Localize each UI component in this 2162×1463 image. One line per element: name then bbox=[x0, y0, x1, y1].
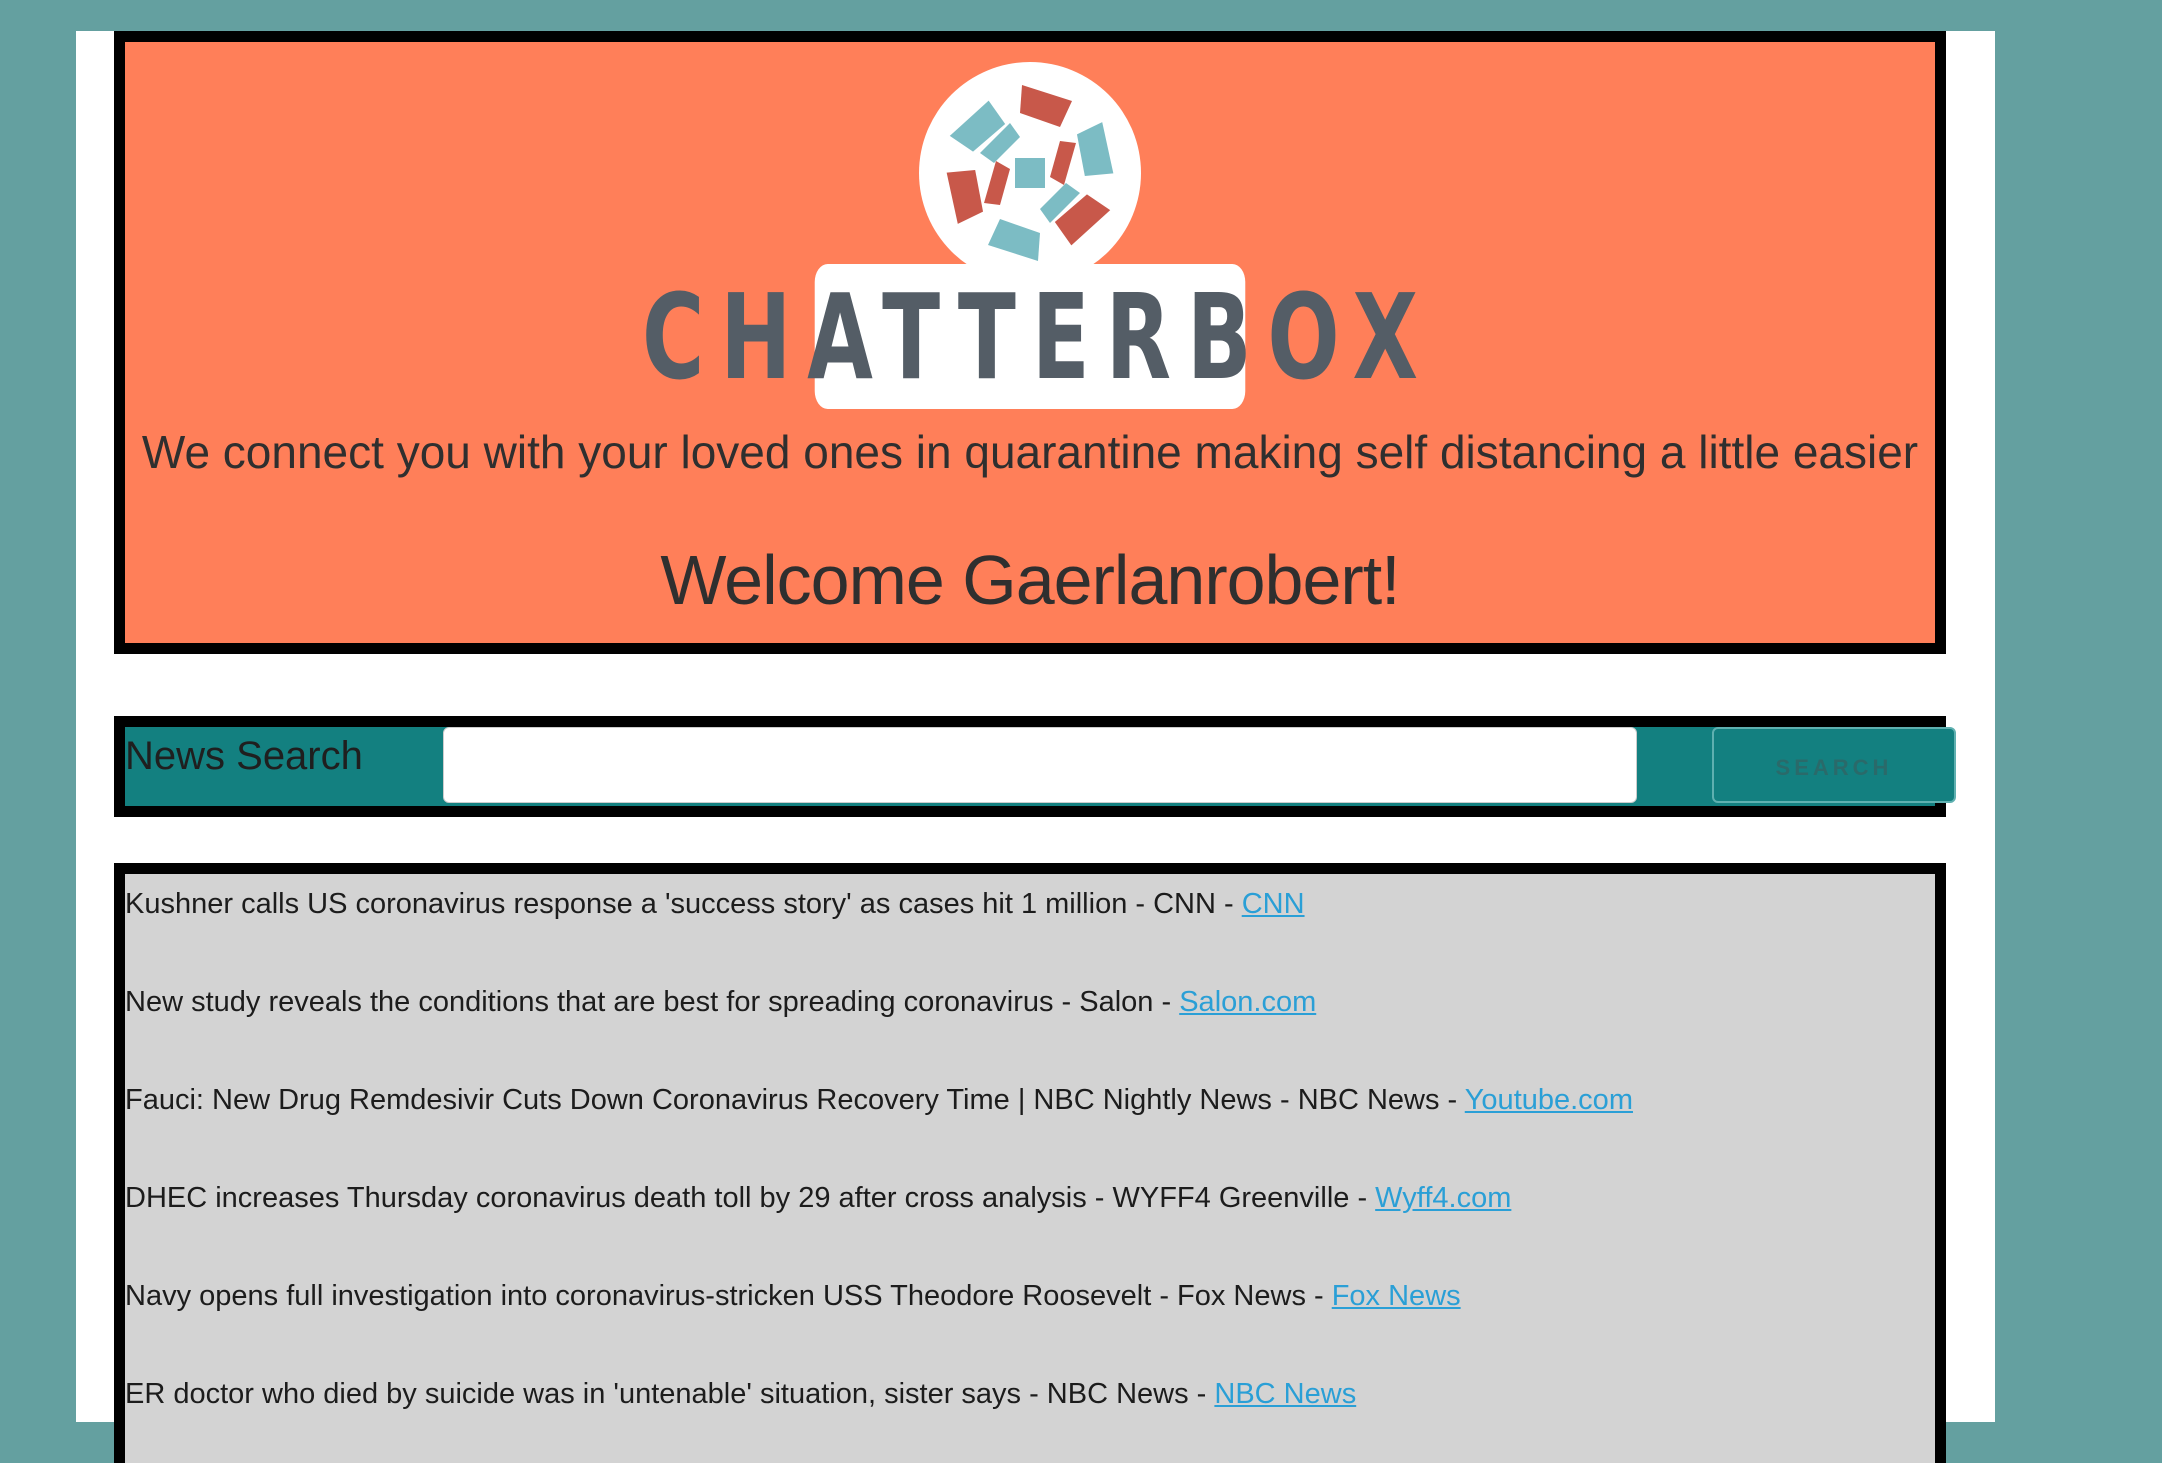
page-container: CHATTERBOX We connect you with your love… bbox=[76, 31, 1995, 1463]
news-item: Fauci: New Drug Remdesivir Cuts Down Cor… bbox=[125, 1080, 1633, 1120]
logo-wordmark: CHATTERBOX bbox=[642, 264, 1418, 409]
news-headline: ER doctor who died by suicide was in 'un… bbox=[125, 1378, 1215, 1410]
search-button[interactable]: SEARCH bbox=[1712, 727, 1956, 803]
news-item: Kushner calls US coronavirus response a … bbox=[125, 884, 1305, 924]
news-item: DHEC increases Thursday coronavirus deat… bbox=[125, 1178, 1511, 1218]
news-item: Navy opens full investigation into coron… bbox=[125, 1276, 1461, 1316]
logo-emblem-icon bbox=[919, 62, 1141, 284]
news-search-bar: News Search SEARCH bbox=[114, 716, 1956, 817]
news-source-link[interactable]: Fox News bbox=[1332, 1280, 1461, 1312]
news-source-link[interactable]: Wyff4.com bbox=[1375, 1182, 1511, 1214]
news-headline: Kushner calls US coronavirus response a … bbox=[125, 888, 1242, 920]
chatterbox-logo: CHATTERBOX bbox=[125, 62, 1935, 422]
news-item: ER doctor who died by suicide was in 'un… bbox=[125, 1374, 1356, 1414]
news-item: New study reveals the conditions that ar… bbox=[125, 982, 1316, 1022]
news-headline: DHEC increases Thursday coronavirus deat… bbox=[125, 1182, 1376, 1214]
news-headline: Fauci: New Drug Remdesivir Cuts Down Cor… bbox=[125, 1084, 1465, 1116]
news-source-link[interactable]: CNN bbox=[1242, 888, 1305, 920]
news-source-link[interactable]: NBC News bbox=[1214, 1378, 1356, 1410]
news-headline: New study reveals the conditions that ar… bbox=[125, 986, 1180, 1018]
news-source-link[interactable]: Salon.com bbox=[1179, 986, 1316, 1018]
header-banner: CHATTERBOX We connect you with your love… bbox=[114, 31, 1946, 654]
news-results: Kushner calls US coronavirus response a … bbox=[114, 863, 1946, 1463]
welcome-heading: Welcome Gaerlanrobert! bbox=[660, 541, 1400, 619]
news-source-link[interactable]: Youtube.com bbox=[1465, 1084, 1633, 1116]
news-search-label: News Search bbox=[125, 734, 363, 778]
news-search-input[interactable] bbox=[443, 727, 1637, 803]
tagline: We connect you with your loved ones in q… bbox=[141, 426, 1919, 478]
news-headline: Navy opens full investigation into coron… bbox=[125, 1280, 1332, 1312]
